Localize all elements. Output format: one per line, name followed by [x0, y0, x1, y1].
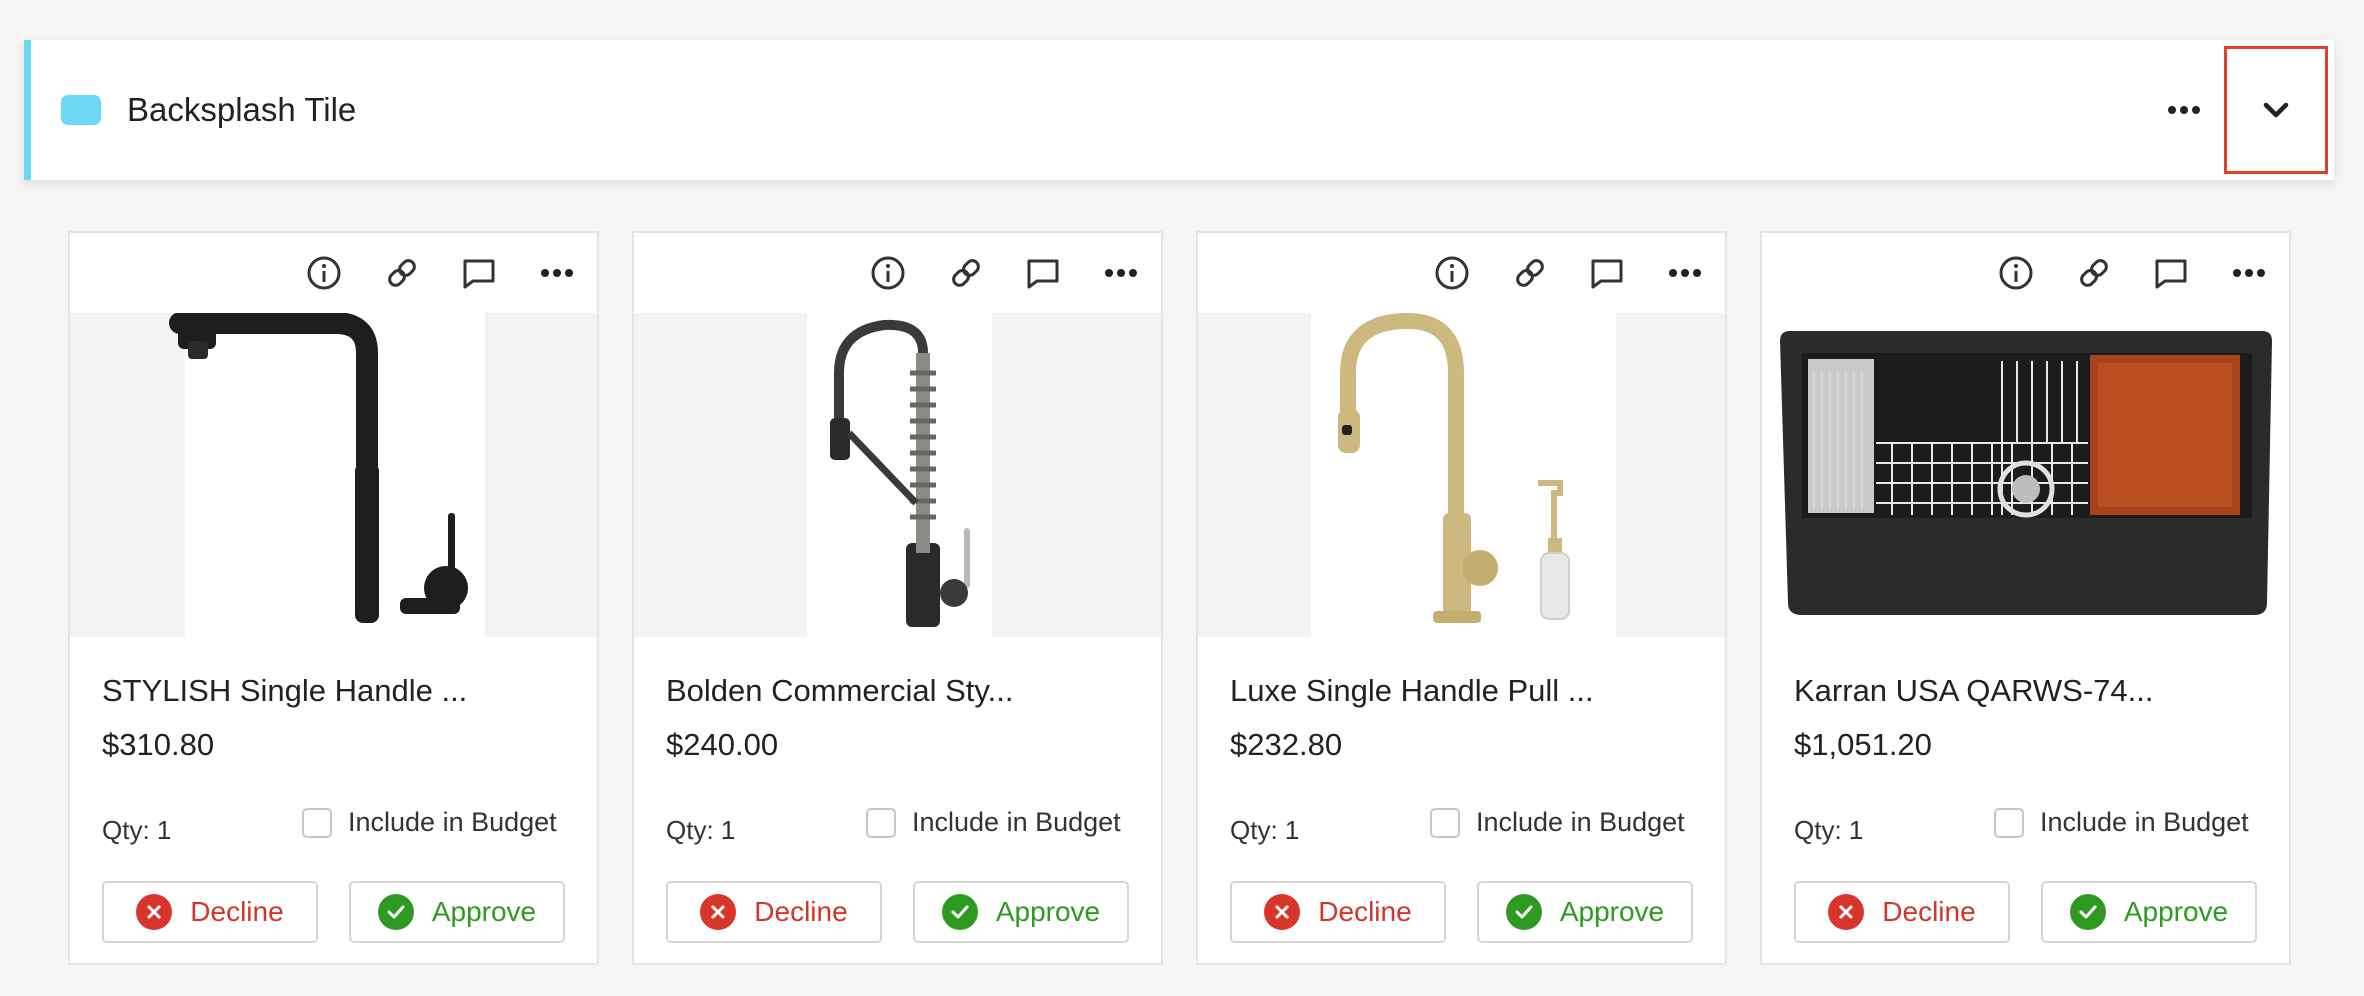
chevron-down-icon [2263, 102, 2289, 118]
approve-label: Approve [1559, 896, 1665, 927]
decline-x-icon [700, 894, 737, 930]
approve-label: Approve [995, 896, 1101, 927]
quantity-label: Qty: 1 [102, 815, 172, 845]
approve-check-icon [941, 894, 978, 930]
approve-label: Approve [431, 896, 537, 927]
card-toolbar [634, 233, 1161, 313]
info-icon[interactable] [1996, 253, 2036, 293]
comment-icon[interactable] [1587, 253, 1627, 293]
product-price: $240.00 [666, 727, 779, 762]
include-in-budget[interactable]: Include in Budget [1994, 807, 2249, 838]
decline-button[interactable]: Decline [1230, 881, 1446, 943]
product-price: $310.80 [102, 727, 215, 762]
product-price: $1,051.20 [1794, 727, 1932, 762]
decline-label: Decline [1882, 896, 1976, 927]
section-color-swatch [61, 95, 101, 125]
approve-label: Approve [2123, 896, 2229, 927]
decline-x-icon [1828, 894, 1865, 930]
comment-icon[interactable] [2151, 253, 2191, 293]
include-in-budget-checkbox[interactable] [866, 807, 896, 838]
card-toolbar [70, 233, 597, 313]
product-title[interactable]: Bolden Commercial Sty... [666, 673, 1013, 709]
include-in-budget-checkbox[interactable] [302, 807, 332, 838]
include-in-budget-label: Include in Budget [912, 807, 1121, 837]
decline-label: Decline [1318, 896, 1412, 927]
decline-label: Decline [190, 896, 284, 927]
info-icon[interactable] [868, 253, 908, 293]
include-in-budget-label: Include in Budget [348, 807, 557, 837]
section-collapse-button[interactable] [2224, 46, 2328, 174]
quantity-label: Qty: 1 [1794, 815, 1864, 845]
approve-button[interactable]: Approve [349, 881, 565, 943]
link-icon[interactable] [1510, 253, 1550, 293]
product-image[interactable] [1198, 313, 1725, 637]
include-in-budget-checkbox[interactable] [1994, 807, 2024, 838]
more-icon[interactable] [537, 253, 577, 293]
info-icon[interactable] [304, 253, 344, 293]
include-in-budget[interactable]: Include in Budget [1430, 807, 1685, 838]
product-title[interactable]: STYLISH Single Handle ... [102, 673, 467, 709]
card-toolbar [1762, 233, 2289, 313]
approve-check-icon [377, 894, 414, 930]
section-title: Backsplash Tile [127, 91, 357, 128]
more-icon[interactable] [1665, 253, 1705, 293]
include-in-budget[interactable]: Include in Budget [866, 807, 1121, 838]
include-in-budget-label: Include in Budget [1476, 807, 1685, 837]
decline-x-icon [136, 894, 173, 930]
card-toolbar [1198, 233, 1725, 313]
product-title[interactable]: Luxe Single Handle Pull ... [1230, 673, 1594, 709]
product-card: STYLISH Single Handle ... $310.80 Qty: 1… [68, 231, 599, 965]
product-price: $232.80 [1230, 727, 1343, 762]
link-icon[interactable] [946, 253, 986, 293]
info-icon[interactable] [1432, 253, 1472, 293]
product-card: Luxe Single Handle Pull ... $232.80 Qty:… [1196, 231, 1727, 965]
product-card: Bolden Commercial Sty... $240.00 Qty: 1 … [632, 231, 1163, 965]
more-icon[interactable] [2229, 253, 2269, 293]
approve-check-icon [1505, 894, 1542, 930]
section-more-icon[interactable] [2162, 90, 2206, 130]
decline-button[interactable]: Decline [666, 881, 882, 943]
product-card: Karran USA QARWS-74... $1,051.20 Qty: 1 … [1760, 231, 2291, 965]
decline-button[interactable]: Decline [1794, 881, 2010, 943]
decline-button[interactable]: Decline [102, 881, 318, 943]
approve-button[interactable]: Approve [1477, 881, 1693, 943]
product-title[interactable]: Karran USA QARWS-74... [1794, 673, 2154, 709]
link-icon[interactable] [382, 253, 422, 293]
quantity-label: Qty: 1 [666, 815, 736, 845]
include-in-budget-checkbox[interactable] [1430, 807, 1460, 838]
approve-button[interactable]: Approve [913, 881, 1129, 943]
comment-icon[interactable] [459, 253, 499, 293]
comment-icon[interactable] [1023, 253, 1063, 293]
decline-x-icon [1264, 894, 1301, 930]
approve-check-icon [2069, 894, 2106, 930]
quantity-label: Qty: 1 [1230, 815, 1300, 845]
include-in-budget[interactable]: Include in Budget [302, 807, 557, 838]
approve-button[interactable]: Approve [2041, 881, 2257, 943]
product-image[interactable] [634, 313, 1161, 637]
product-image[interactable] [70, 313, 597, 637]
include-in-budget-label: Include in Budget [2040, 807, 2249, 837]
section-header: Backsplash Tile [24, 40, 2334, 180]
link-icon[interactable] [2074, 253, 2114, 293]
decline-label: Decline [754, 896, 848, 927]
more-icon[interactable] [1101, 253, 1141, 293]
product-image[interactable] [1762, 313, 2289, 637]
